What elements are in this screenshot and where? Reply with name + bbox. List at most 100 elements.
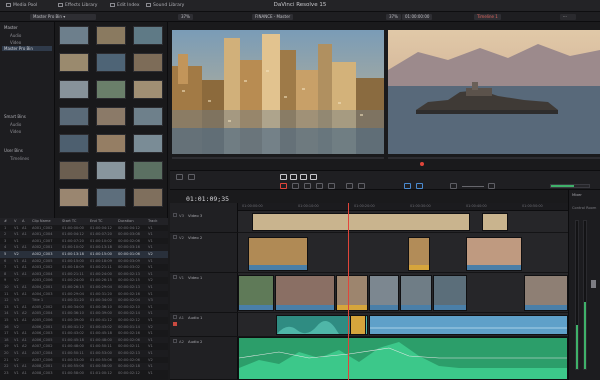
- lock-icon[interactable]: [173, 275, 177, 279]
- media-thumbnail[interactable]: [96, 107, 126, 126]
- table-row[interactable]: 16 V2 A006_C001 01:00:41:12 01:00:43:02 00:00…: [0, 323, 168, 331]
- media-thumbnail[interactable]: [59, 134, 89, 153]
- media-thumbnail[interactable]: [96, 161, 126, 180]
- media-thumbnail[interactable]: [59, 188, 89, 207]
- table-row[interactable]: 20 V1 A1 A007_C004 01:00:50:11 01:00:53:00 00:…: [0, 350, 168, 357]
- video-clip[interactable]: [524, 275, 568, 311]
- fast-forward-icon[interactable]: [300, 174, 307, 180]
- bin-audio[interactable]: Audio: [10, 33, 21, 38]
- bin-master-pro[interactable]: Master Pro Bin: [2, 46, 52, 51]
- overwrite-clip-icon[interactable]: [328, 183, 335, 189]
- source-scrubber[interactable]: [172, 157, 384, 159]
- view-options-button[interactable]: ···: [560, 14, 576, 20]
- media-thumbnail[interactable]: [96, 80, 126, 99]
- video-clip[interactable]: [248, 237, 308, 271]
- media-thumbnail[interactable]: [96, 188, 126, 207]
- table-row[interactable]: 14 V1 A2 A005_C004 01:00:36:10 01:00:39:00 00:…: [0, 310, 168, 317]
- table-row[interactable]: 10 V1 A1 A004_C001 01:00:26:15 01:00:29:04 00:…: [0, 284, 168, 291]
- link-icon[interactable]: [358, 183, 365, 189]
- flag-icon[interactable]: [404, 183, 411, 189]
- rewind-icon[interactable]: [280, 174, 287, 180]
- media-thumbnail[interactable]: [133, 161, 163, 180]
- table-row[interactable]: 9 V2 A003_C006 01:00:24:00 01:00:26:15 00:00:…: [0, 277, 168, 284]
- source-zoom[interactable]: 37%: [178, 14, 193, 20]
- media-thumbnail[interactable]: [133, 53, 163, 72]
- table-row[interactable]: 4 V1 A1 A002_C001 01:00:10:02 01:00:13:18 00:0…: [0, 244, 168, 251]
- table-row[interactable]: 22 V1 A1 A008_C001 01:00:55:06 01:00:58:00 00:…: [0, 363, 168, 370]
- bin-video[interactable]: Video: [10, 40, 21, 45]
- table-row[interactable]: 15 V1 A1 A005_C006 01:00:39:00 01:00:41:12 00:…: [0, 317, 168, 324]
- zoom-out-icon[interactable]: [450, 183, 457, 189]
- bin-master[interactable]: Master: [4, 25, 18, 30]
- table-row[interactable]: 11 V1 A1 A004_C003 01:00:29:04 01:00:31:20 00:…: [0, 291, 168, 298]
- video-clip[interactable]: [275, 275, 335, 311]
- table-row[interactable]: 21 V2 A007_C006 01:00:53:00 01:00:55:06 00:00…: [0, 357, 168, 364]
- table-row[interactable]: 17 V1 A1 A006_C003 01:00:43:02 01:00:45:18 00:…: [0, 330, 168, 337]
- timeline-area[interactable]: 01:00:00:00 01:00:10:00 01:00:20:00 01:0…: [238, 203, 568, 380]
- media-thumbnail[interactable]: [59, 80, 89, 99]
- track-header-v3[interactable]: V3 Video 3: [170, 211, 238, 233]
- lock-icon[interactable]: [173, 213, 177, 217]
- table-row[interactable]: 3 V1 A001_C007 01:00:07:20 01:00:10:02 00:00:…: [0, 238, 168, 245]
- video-clip[interactable]: [238, 275, 274, 311]
- table-row[interactable]: 1 V1 A1 A001_C002 01:00:00:00 01:00:04:12 00:0…: [0, 225, 168, 232]
- table-row[interactable]: 5 V2 A002_C003 01:00:13:18 01:00:15:00 00:00:…: [0, 251, 168, 258]
- fader-knob[interactable]: [591, 280, 596, 288]
- timeline-viewer[interactable]: [388, 30, 600, 154]
- media-thumbnail[interactable]: [133, 107, 163, 126]
- track-header-a1[interactable]: A1 Audio 1: [170, 313, 238, 337]
- record-arm-icon[interactable]: [173, 322, 177, 326]
- table-row[interactable]: 8 V1 A1 A003_C004 01:00:21:11 01:00:24:00 00:0…: [0, 270, 168, 278]
- track-header-v2[interactable]: V2 Video 2: [170, 233, 238, 273]
- snapping-icon[interactable]: [346, 183, 353, 189]
- video-clip[interactable]: [369, 275, 399, 311]
- timeline-view-icon[interactable]: [188, 174, 195, 180]
- lock-icon[interactable]: [173, 339, 177, 343]
- source-clip-name[interactable]: FINANCE - Master: [252, 14, 294, 20]
- zoom-slider[interactable]: [462, 186, 484, 187]
- layout-icon[interactable]: [176, 174, 183, 180]
- lock-icon[interactable]: [173, 315, 177, 319]
- video-clip[interactable]: [400, 275, 432, 311]
- video-clip[interactable]: [408, 237, 430, 271]
- title-clip[interactable]: [252, 213, 470, 231]
- zoom-in-icon[interactable]: [488, 183, 495, 189]
- table-row[interactable]: 12 V3 Title 1 01:00:31:20 01:00:34:00 00:00:0…: [0, 297, 168, 304]
- track-header-a2[interactable]: A2 Audio 2: [170, 337, 238, 380]
- insert-clip-icon[interactable]: [316, 183, 323, 189]
- loop-icon[interactable]: [310, 174, 317, 180]
- selection-tool-icon[interactable]: [280, 183, 287, 189]
- table-row[interactable]: 13 V1 A1 A005_C002 01:00:34:00 01:00:36:10 00:…: [0, 304, 168, 311]
- timeline-name[interactable]: Timeline 1: [474, 14, 501, 20]
- audio-clip-selected[interactable]: [350, 315, 366, 335]
- play-icon[interactable]: [290, 174, 297, 180]
- media-thumbnail[interactable]: [133, 26, 163, 45]
- media-thumbnail[interactable]: [96, 134, 126, 153]
- table-row[interactable]: 6 V1 A1 A002_C005 01:00:15:00 01:00:18:09 00:0…: [0, 257, 168, 265]
- user-bin-timelines[interactable]: Timelines: [10, 156, 29, 161]
- audio-clip[interactable]: [369, 315, 568, 335]
- lock-icon[interactable]: [173, 235, 177, 239]
- table-row[interactable]: 19 V1 A2 A007_C002 01:00:48:00 01:00:50:11 00:…: [0, 343, 168, 350]
- smart-bin-video[interactable]: Video: [10, 129, 21, 134]
- media-thumbnail[interactable]: [133, 188, 163, 207]
- media-thumbnail[interactable]: [59, 161, 89, 180]
- media-thumbnail[interactable]: [59, 107, 89, 126]
- timeline-ruler[interactable]: 01:00:00:00 01:00:10:00 01:00:20:00 01:0…: [238, 203, 568, 211]
- audio-clip[interactable]: [238, 337, 568, 380]
- video-clip[interactable]: [466, 237, 522, 271]
- media-thumbnail[interactable]: [133, 134, 163, 153]
- blade-tool-icon[interactable]: [304, 183, 311, 189]
- smart-bin-audio[interactable]: Audio: [10, 122, 21, 127]
- table-row[interactable]: 2 V1 A1 A001_C004 01:00:04:12 01:00:07:20 00:0…: [0, 231, 168, 238]
- playhead[interactable]: [348, 203, 349, 380]
- table-row[interactable]: 7 V1 A1 A003_C002 01:00:18:09 01:00:21:11 00:0…: [0, 264, 168, 271]
- source-viewer[interactable]: [172, 30, 384, 154]
- table-row[interactable]: 23 V1 A1 A008_C003 01:00:58:00 01:01:00:12 00:…: [0, 370, 168, 377]
- media-thumbnail[interactable]: [59, 53, 89, 72]
- media-thumbnail[interactable]: [133, 80, 163, 99]
- table-row[interactable]: 18 V1 A1 A006_C005 01:00:45:18 01:00:48:00 00:…: [0, 336, 168, 344]
- timeline-scrubber[interactable]: [388, 157, 600, 159]
- track-header-v1[interactable]: V1 Video 1: [170, 273, 238, 313]
- video-clip[interactable]: [433, 275, 467, 311]
